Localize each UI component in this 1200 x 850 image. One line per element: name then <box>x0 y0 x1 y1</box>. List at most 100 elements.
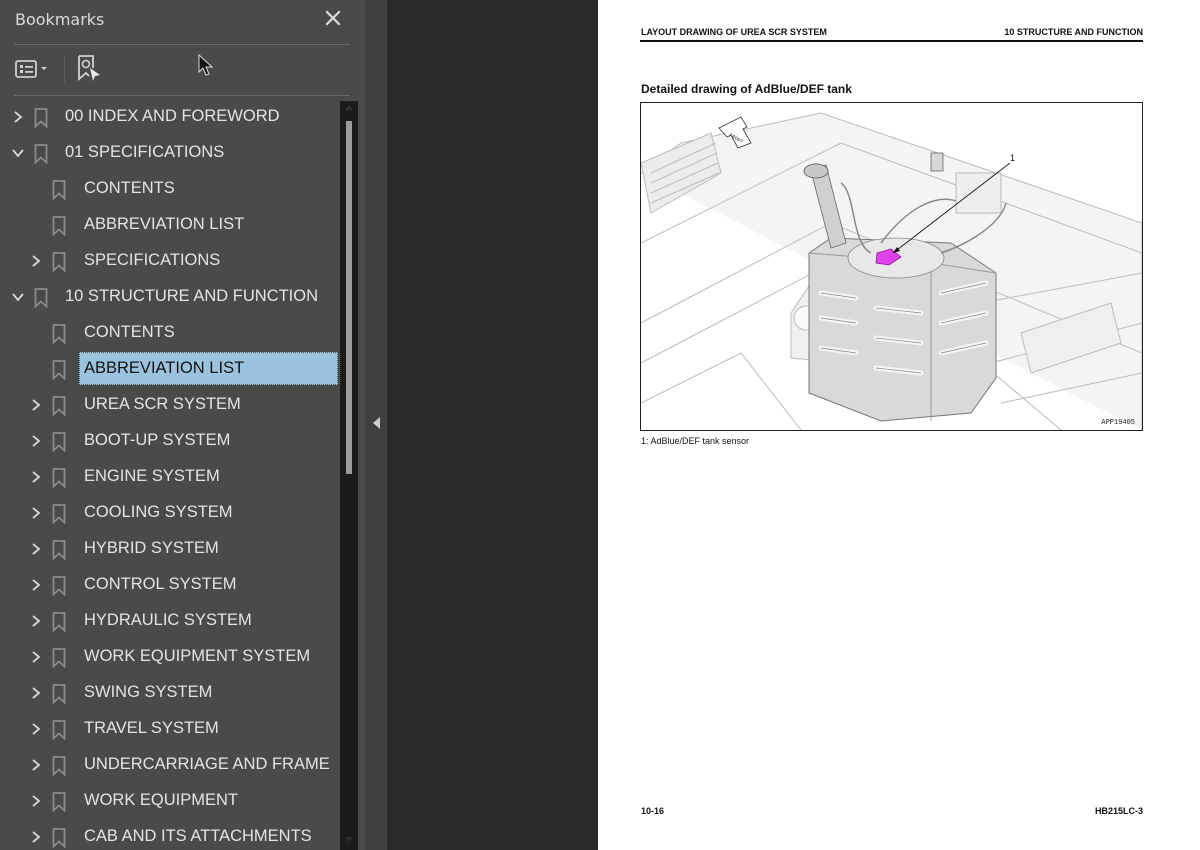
chevron-right-icon[interactable] <box>29 650 43 664</box>
bookmark-item[interactable]: CONTROL SYSTEM <box>0 568 340 602</box>
model-number: HB215LC-3 <box>1094 806 1143 816</box>
find-current-bookmark-button[interactable] <box>76 55 104 82</box>
close-bookmarks-button[interactable] <box>322 6 344 30</box>
bookmark-label[interactable]: UREA SCR SYSTEM <box>79 388 245 421</box>
bookmark-icon <box>52 648 66 669</box>
chevron-down-icon[interactable] <box>11 146 25 160</box>
bookmark-item[interactable]: SPECIFICATIONS <box>0 244 340 278</box>
bookmark-label[interactable]: ABBREVIATION LIST <box>79 352 338 385</box>
bookmark-icon <box>52 576 66 597</box>
bookmark-icon <box>52 684 66 705</box>
bookmark-icon <box>52 792 66 813</box>
bookmark-icon <box>52 360 66 381</box>
bookmark-item[interactable]: SWING SYSTEM <box>0 676 340 710</box>
chevron-right-icon[interactable] <box>29 542 43 556</box>
chevron-right-icon[interactable] <box>29 686 43 700</box>
bookmark-item[interactable]: CAB AND ITS ATTACHMENTS <box>0 820 340 850</box>
chevron-right-icon[interactable] <box>29 794 43 808</box>
bookmark-scrollbar[interactable] <box>340 101 358 850</box>
bookmark-label[interactable]: CONTROL SYSTEM <box>79 568 241 601</box>
bookmarks-panel-title: Bookmarks <box>15 10 105 29</box>
chevron-right-icon[interactable] <box>29 578 43 592</box>
bookmark-label[interactable]: 01 SPECIFICATIONS <box>60 136 228 169</box>
bookmark-item[interactable]: COOLING SYSTEM <box>0 496 340 530</box>
bookmark-label[interactable]: CAB AND ITS ATTACHMENTS <box>79 820 316 850</box>
bookmark-item[interactable]: 00 INDEX AND FOREWORD <box>0 100 340 134</box>
running-header-left: LAYOUT DRAWING OF UREA SCR SYSTEM <box>641 27 827 37</box>
list-options-icon <box>15 60 47 78</box>
bookmark-item[interactable]: WORK EQUIPMENT SYSTEM <box>0 640 340 674</box>
bookmark-label[interactable]: BOOT-UP SYSTEM <box>79 424 234 457</box>
collapse-panel-handle[interactable] <box>365 0 387 850</box>
bookmark-item[interactable]: WORK EQUIPMENT <box>0 784 340 818</box>
bookmark-item[interactable]: UREA SCR SYSTEM <box>0 388 340 422</box>
chevron-right-icon[interactable] <box>29 758 43 772</box>
bookmark-item[interactable]: CONTENTS <box>0 316 340 350</box>
bookmark-label[interactable]: ENGINE SYSTEM <box>79 460 224 493</box>
bookmark-item[interactable]: ABBREVIATION LIST <box>0 208 340 242</box>
chevron-right-icon[interactable] <box>29 614 43 628</box>
bookmark-icon <box>52 324 66 345</box>
bookmark-item[interactable]: ABBREVIATION LIST <box>0 352 340 386</box>
bookmark-item[interactable]: CONTENTS <box>0 172 340 206</box>
mouse-pointer-icon <box>198 53 216 82</box>
bookmark-label[interactable]: CONTENTS <box>79 172 179 205</box>
bookmark-label[interactable]: COOLING SYSTEM <box>79 496 237 529</box>
document-page: LAYOUT DRAWING OF UREA SCR SYSTEM 10 STR… <box>598 0 1200 850</box>
bookmark-icon <box>34 108 48 129</box>
bookmark-item[interactable]: 01 SPECIFICATIONS <box>0 136 340 170</box>
page-number: 10-16 <box>641 806 665 816</box>
bookmark-label[interactable]: 00 INDEX AND FOREWORD <box>60 100 284 133</box>
chevron-right-icon[interactable] <box>29 506 43 520</box>
scrollbar-thumb[interactable] <box>346 121 352 474</box>
bookmark-icon <box>52 216 66 237</box>
toolbar-separator <box>64 54 65 84</box>
chevron-right-icon[interactable] <box>29 434 43 448</box>
bookmark-icon <box>52 468 66 489</box>
scroll-down-arrow-icon[interactable] <box>345 837 353 842</box>
bookmark-options-button[interactable] <box>14 56 54 82</box>
bookmark-icon <box>52 504 66 525</box>
bookmark-icon <box>52 720 66 741</box>
collapse-left-icon <box>373 417 380 429</box>
bookmark-item[interactable]: UNDERCARRIAGE AND FRAME <box>0 748 340 782</box>
bookmark-label[interactable]: SPECIFICATIONS <box>79 244 224 277</box>
chevron-right-icon[interactable] <box>11 110 25 124</box>
running-header-right: 10 STRUCTURE AND FUNCTION <box>1004 27 1143 37</box>
bookmark-tree: 00 INDEX AND FOREWORD 01 SPECIFICATIONS CO… <box>0 100 340 850</box>
bookmark-label[interactable]: HYBRID SYSTEM <box>79 532 223 565</box>
bookmark-item[interactable]: HYBRID SYSTEM <box>0 532 340 566</box>
bookmark-label[interactable]: 10 STRUCTURE AND FUNCTION <box>60 280 322 313</box>
bookmark-icon <box>52 180 66 201</box>
chevron-down-icon[interactable] <box>11 290 25 304</box>
bookmark-icon <box>34 288 48 309</box>
bookmark-label[interactable]: HYDRAULIC SYSTEM <box>79 604 256 637</box>
bookmark-item[interactable]: 10 STRUCTURE AND FUNCTION <box>0 280 340 314</box>
bookmark-item[interactable]: TRAVEL SYSTEM <box>0 712 340 746</box>
tank-drawing: FRONT <box>641 112 1142 430</box>
bookmark-label[interactable]: WORK EQUIPMENT SYSTEM <box>79 640 314 673</box>
bookmark-label[interactable]: TRAVEL SYSTEM <box>79 712 223 745</box>
bookmark-label[interactable]: CONTENTS <box>79 316 179 349</box>
bookmark-item[interactable]: BOOT-UP SYSTEM <box>0 424 340 458</box>
bookmark-label[interactable]: ABBREVIATION LIST <box>79 208 248 241</box>
bookmark-icon <box>52 252 66 273</box>
bookmark-icon <box>52 612 66 633</box>
section-title: Detailed drawing of AdBlue/DEF tank <box>641 82 852 96</box>
bookmark-item[interactable]: HYDRAULIC SYSTEM <box>0 604 340 638</box>
chevron-right-icon[interactable] <box>29 830 43 844</box>
chevron-right-icon[interactable] <box>29 470 43 484</box>
bookmark-item[interactable]: ENGINE SYSTEM <box>0 460 340 494</box>
bookmark-icon <box>52 540 66 561</box>
bookmarks-panel: Bookmarks 00 INDEX AND FOREWORD 01 SPECIF… <box>0 0 365 850</box>
chevron-right-icon[interactable] <box>29 722 43 736</box>
bookmark-label[interactable]: SWING SYSTEM <box>79 676 216 709</box>
bookmark-label[interactable]: WORK EQUIPMENT <box>79 784 242 817</box>
close-icon <box>325 10 341 26</box>
chevron-right-icon[interactable] <box>29 254 43 268</box>
chevron-right-icon[interactable] <box>29 398 43 412</box>
bookmark-icon <box>34 144 48 165</box>
bookmark-label[interactable]: UNDERCARRIAGE AND FRAME <box>79 748 334 781</box>
toolbar-divider <box>14 95 350 96</box>
scroll-up-arrow-icon[interactable] <box>345 105 353 110</box>
